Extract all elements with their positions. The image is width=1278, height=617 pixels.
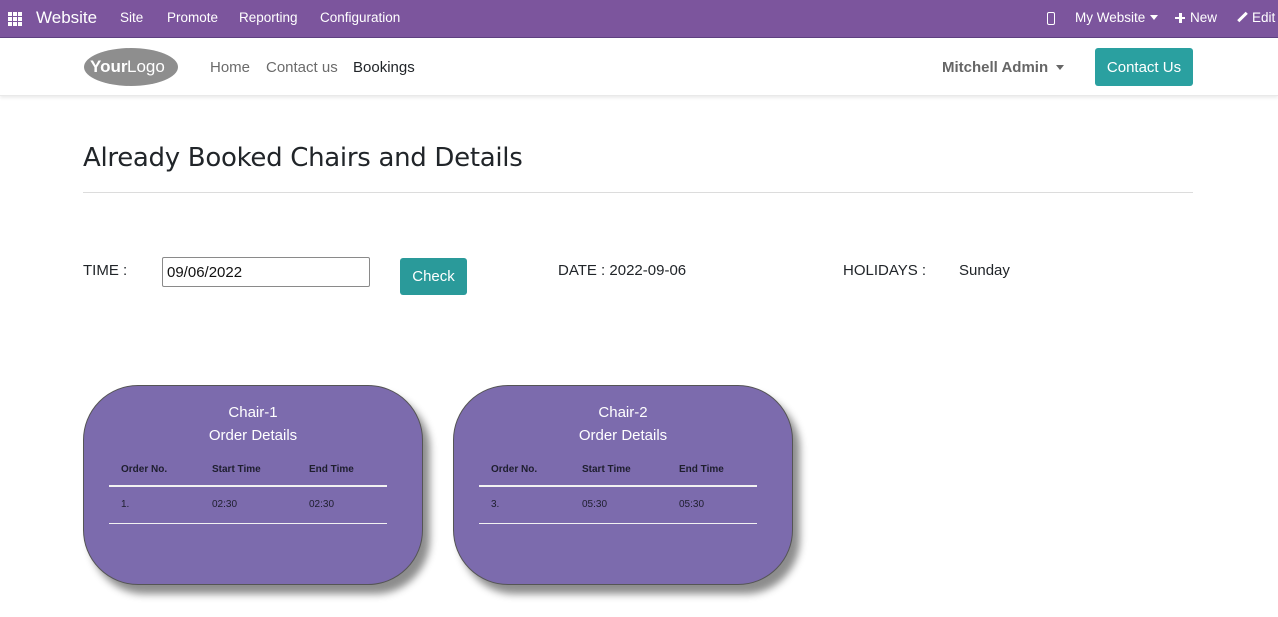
new-button[interactable]: New (1175, 10, 1217, 25)
table-row: 1. 02:30 02:30 (109, 486, 387, 524)
table-header-row: Order No. Start Time End Time (109, 454, 387, 487)
table-cell: 05:30 (667, 486, 757, 524)
company-logo[interactable]: Your Logo (83, 47, 179, 87)
divider (83, 192, 1193, 193)
table-cell: 1. (109, 486, 200, 524)
site-header: Your Logo Home Contact us Bookings Mitch… (0, 38, 1278, 96)
table-cell: 02:30 (200, 486, 297, 524)
time-label: TIME : (83, 262, 128, 279)
holidays-value: Sunday (959, 262, 1010, 279)
plus-icon (1175, 12, 1185, 23)
column-header: Order No. (109, 454, 200, 487)
new-label: New (1190, 10, 1218, 25)
date-text: DATE : 2022-09-06 (558, 262, 687, 279)
chevron-down-icon (1056, 65, 1065, 70)
chair-title: Chair-2 (598, 404, 648, 421)
column-header: Order No. (479, 454, 570, 487)
my-website-label: My Website (1075, 10, 1146, 25)
logo-text-light: Logo (127, 57, 165, 76)
chair-title: Chair-1 (228, 404, 278, 421)
table-cell: 02:30 (297, 486, 387, 524)
menu-configuration[interactable]: Configuration (320, 10, 400, 25)
nav-home[interactable]: Home (210, 59, 250, 76)
chair-card: Chair-1 Order Details Order No. Start Ti… (83, 385, 423, 585)
mobile-preview-icon[interactable] (1047, 12, 1055, 25)
my-website-dropdown[interactable]: My Website (1075, 10, 1159, 25)
table-cell: 05:30 (570, 486, 667, 524)
chevron-down-icon (1150, 15, 1159, 20)
edit-label: Edit (1252, 10, 1276, 25)
logo-text-bold: Your (90, 57, 128, 76)
nav-bookings[interactable]: Bookings (353, 59, 415, 76)
edit-button[interactable]: Edit (1237, 10, 1275, 25)
user-name: Mitchell Admin (942, 59, 1049, 76)
app-brand[interactable]: Website (36, 8, 97, 28)
check-button[interactable]: Check (400, 258, 467, 295)
apps-grid-icon[interactable] (8, 12, 22, 26)
column-header: Start Time (570, 454, 667, 487)
page-title: Already Booked Chairs and Details (83, 143, 523, 173)
date-input[interactable] (162, 257, 370, 287)
table-header-row: Order No. Start Time End Time (479, 454, 757, 487)
holidays-label: HOLIDAYS : (843, 262, 927, 279)
table-cell: 3. (479, 486, 570, 524)
menu-promote[interactable]: Promote (167, 10, 218, 25)
user-menu[interactable]: Mitchell Admin (942, 59, 1065, 76)
chair-card: Chair-2 Order Details Order No. Start Ti… (453, 385, 793, 585)
order-details-subtitle: Order Details (578, 427, 668, 444)
column-header: Start Time (200, 454, 297, 487)
pencil-icon (1237, 12, 1248, 23)
table-row: 3. 05:30 05:30 (479, 486, 757, 524)
order-details-subtitle: Order Details (208, 427, 298, 444)
admin-topbar: Website Site Promote Reporting Configura… (0, 0, 1278, 38)
order-table: Order No. Start Time End Time 1. 02:30 0… (109, 454, 387, 524)
column-header: End Time (297, 454, 387, 487)
column-header: End Time (667, 454, 757, 487)
contact-us-button[interactable]: Contact Us (1095, 48, 1193, 86)
nav-contact-us[interactable]: Contact us (266, 59, 338, 76)
menu-reporting[interactable]: Reporting (239, 10, 298, 25)
order-table: Order No. Start Time End Time 3. 05:30 0… (479, 454, 757, 524)
menu-site[interactable]: Site (120, 10, 143, 25)
